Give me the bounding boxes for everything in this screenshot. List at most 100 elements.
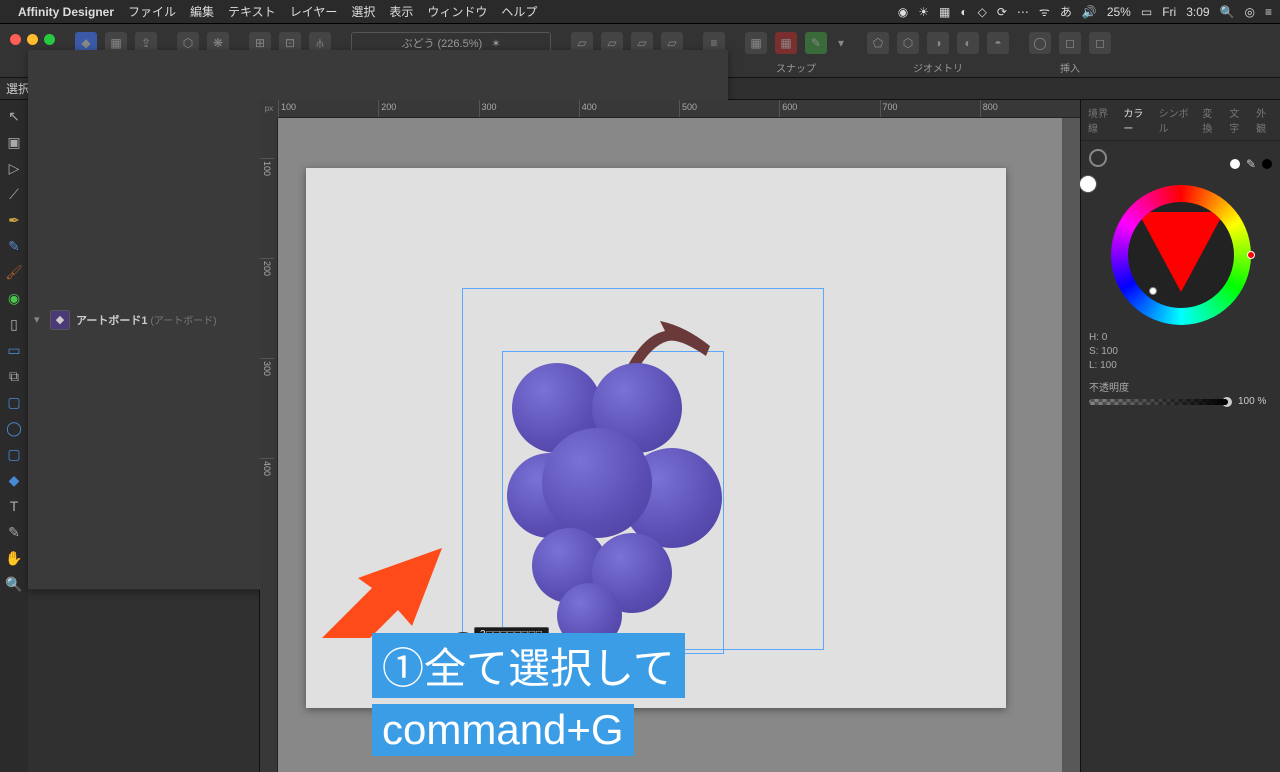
ime-icon[interactable]: あ (1060, 3, 1072, 20)
artboard-tool[interactable]: ▣ (4, 132, 24, 152)
lum-value: L: 100 (1089, 359, 1272, 373)
window-minimize[interactable] (27, 34, 38, 45)
battery-icon[interactable]: ▭ (1141, 5, 1152, 19)
corner-tool[interactable]: ⟋ (4, 184, 24, 204)
window-close[interactable] (10, 34, 21, 45)
vertical-ruler: 100 200 300 400 (260, 118, 278, 772)
hand-tool[interactable]: ✋ (4, 548, 24, 568)
volume-icon[interactable]: 🔊 (1082, 5, 1097, 19)
spotlight-icon[interactable]: 🔍 (1220, 5, 1235, 19)
menu-help[interactable]: ヘルプ (501, 3, 537, 20)
stroke-swatch[interactable] (1089, 149, 1107, 167)
menu-text[interactable]: テキスト (228, 3, 276, 20)
black-swatch[interactable] (1262, 159, 1272, 169)
menu-view[interactable]: 表示 (389, 3, 413, 20)
clock-icon[interactable]: ⟳ (997, 5, 1007, 19)
tab-symbols[interactable]: シンボル (1154, 102, 1198, 138)
annotation-arrow (322, 548, 442, 641)
fill-swatch[interactable] (1079, 175, 1097, 193)
menubar-status: ◉ ☀ ▦ ◐ ◇ ⟳ ⋯ ᯤ あ 🔊 25% ▭ Fri 3:09 🔍 ◎ ≡ (898, 3, 1272, 20)
horizontal-ruler: 100 200 300 400 500 600 700 800 (278, 100, 1080, 118)
right-panel: 境界線 カラー シンボル 変換 文字 外観 ✎ (1080, 100, 1280, 772)
eyedropper-icon[interactable]: ✎ (1246, 157, 1256, 171)
geo-div-button[interactable]: ◓ (987, 32, 1009, 54)
snap-label: スナップ (776, 60, 816, 75)
disclosure-icon[interactable]: ▾ (34, 313, 44, 326)
ruler-unit: px (260, 100, 278, 118)
menu-select[interactable]: 選択 (351, 3, 375, 20)
text-tool[interactable]: T (4, 496, 24, 516)
tab-appearance[interactable]: 外観 (1251, 102, 1278, 138)
tab-character[interactable]: 文字 (1224, 102, 1251, 138)
pen-tool[interactable]: ✒ (4, 210, 24, 230)
color-panel: ✎ H: 0 S: 100 L: 100 不透明度 100 % (1081, 141, 1280, 415)
menu-layer[interactable]: レイヤー (290, 3, 338, 20)
tab-stroke[interactable]: 境界線 (1083, 102, 1118, 138)
record-icon[interactable]: ◉ (898, 5, 908, 19)
opacity-slider[interactable]: 100 % (1089, 396, 1272, 407)
battery-level[interactable]: 25% (1107, 5, 1131, 19)
menu-file[interactable]: ファイル (128, 3, 176, 20)
menu-window[interactable]: ウィンドウ (427, 3, 487, 20)
zoom-tool[interactable]: 🔍 (4, 574, 24, 594)
insert-1-button[interactable]: ◯ (1029, 32, 1051, 54)
fill-tool[interactable]: ◉ (4, 288, 24, 308)
annotation-line1: ①全て選択して (372, 633, 685, 698)
pasteboard[interactable]: 2□□□□□□□□ ①全て選択して command+G (278, 118, 1080, 772)
opacity-value: 100 % (1238, 396, 1272, 407)
menu-extra-icon[interactable]: ⋯ (1017, 5, 1029, 19)
transparency-tool[interactable]: ▯ (4, 314, 24, 334)
insert-3-button[interactable]: ◻ (1089, 32, 1111, 54)
snap-3-button[interactable]: ✎ (805, 32, 827, 54)
node-tool[interactable]: ▷ (4, 158, 24, 178)
tab-transform[interactable]: 変換 (1197, 102, 1224, 138)
notification-icon[interactable]: ≡ (1265, 5, 1272, 19)
geometry-label: ジオメトリ (913, 60, 963, 75)
brush-tool[interactable]: 🖌 (4, 262, 24, 282)
grid-icon[interactable]: ▦ (939, 5, 950, 19)
left-panel: レイヤー アセット 履歴 ブラシ エフェクト ≡ 不透明度: 標準 ⚙ 🔒 ▾ … (28, 100, 260, 772)
geo-int-button[interactable]: ◑ (927, 32, 949, 54)
move-tool[interactable]: ↖ (4, 106, 24, 126)
snap-1-button[interactable]: ▦ (745, 32, 767, 54)
rounded-rect-tool[interactable]: ▢ (4, 444, 24, 464)
hue-value: H: 0 (1089, 331, 1272, 345)
crop-tool[interactable]: ⧉ (4, 366, 24, 386)
color-wheel[interactable] (1111, 185, 1251, 325)
artboard-canvas[interactable]: 2□□□□□□□□ (306, 168, 1006, 708)
app-name[interactable]: Affinity Designer (18, 5, 114, 19)
rect-tool[interactable]: ▢ (4, 392, 24, 412)
insert-group: ◯ ◻ ◻ 挿入 (1019, 28, 1121, 77)
place-tool[interactable]: ▭ (4, 340, 24, 360)
insert-label: 挿入 (1060, 60, 1080, 75)
triangle-tool[interactable]: ◆ (4, 470, 24, 490)
insert-2-button[interactable]: ◻ (1059, 32, 1081, 54)
sync-icon[interactable]: ◇ (978, 5, 987, 19)
ellipse-tool[interactable]: ◯ (4, 418, 24, 438)
snap-2-button[interactable]: ▦ (775, 32, 797, 54)
geo-sub-button[interactable]: ⬡ (897, 32, 919, 54)
hue-handle[interactable] (1247, 251, 1255, 259)
window-maximize[interactable] (44, 34, 55, 45)
tab-color[interactable]: カラー (1118, 102, 1153, 138)
menu-edit[interactable]: 編集 (190, 3, 214, 20)
wifi-icon[interactable]: ᯤ (1039, 3, 1050, 20)
geometry-group: ⬠ ⬡ ◑ ◐ ◓ ジオメトリ (857, 28, 1019, 77)
pencil-tool[interactable]: ✎ (4, 236, 24, 256)
main-area: ↖ ▣ ▷ ⟋ ✒ ✎ 🖌 ◉ ▯ ▭ ⧉ ▢ ◯ ▢ ◆ T ✎ ✋ 🔍 レイ… (0, 100, 1280, 772)
clock-day[interactable]: Fri (1162, 5, 1176, 19)
siri-icon[interactable]: ◎ (1245, 5, 1255, 19)
eyedropper-swatch[interactable] (1230, 159, 1240, 169)
brightness-icon[interactable]: ☀ (918, 5, 929, 19)
pasteboard-edge (1062, 118, 1080, 772)
eyedropper-tool[interactable]: ✎ (4, 522, 24, 542)
canvas-area[interactable]: px 100 200 300 400 500 600 700 800 100 2… (260, 100, 1080, 772)
geo-add-button[interactable]: ⬠ (867, 32, 889, 54)
app-icon[interactable]: ◐ (960, 5, 967, 19)
layer-name: アートボード1 (76, 315, 147, 327)
snap-dropdown[interactable]: ▾ (835, 32, 847, 54)
geo-xor-button[interactable]: ◐ (957, 32, 979, 54)
clock-time[interactable]: 3:09 (1186, 5, 1209, 19)
menubar: Affinity Designer ファイル 編集 テキスト レイヤー 選択 表… (0, 0, 1280, 24)
sl-handle[interactable] (1149, 287, 1157, 295)
